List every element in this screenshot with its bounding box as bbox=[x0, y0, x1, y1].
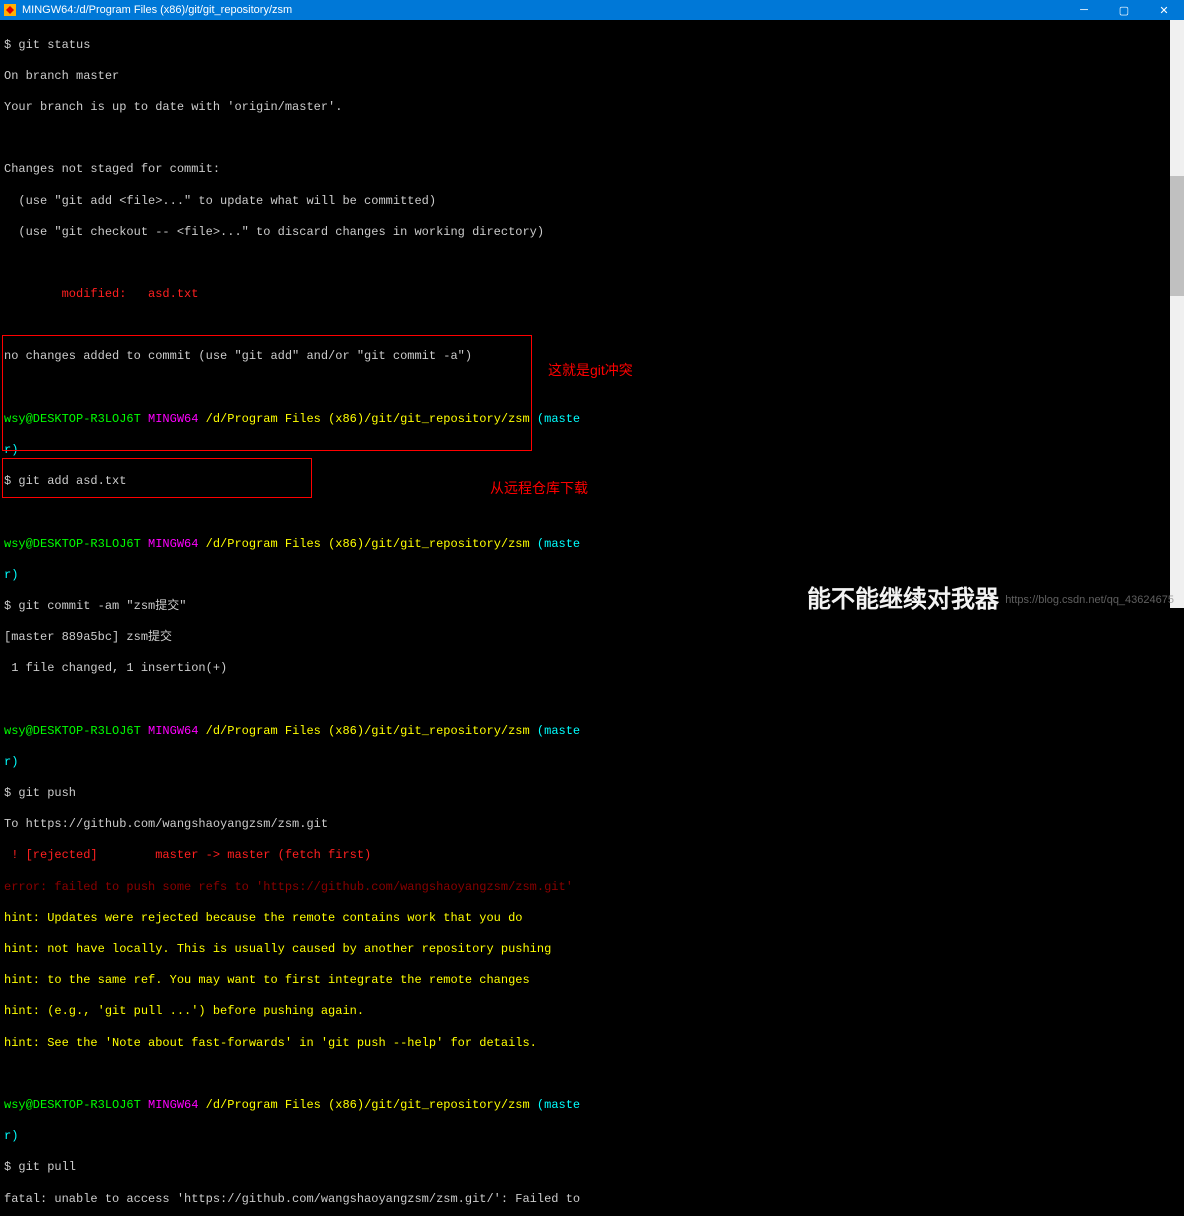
blank-line bbox=[4, 381, 1180, 397]
scroll-thumb[interactable] bbox=[1170, 176, 1184, 296]
conflict-annotation: 这就是git冲突 bbox=[548, 360, 633, 380]
prompt-line: r) bbox=[4, 443, 1180, 459]
window-controls: ─ ▢ ✕ bbox=[1064, 0, 1184, 20]
output-line: (use "git checkout -- <file>..." to disc… bbox=[4, 225, 1180, 241]
blank-line bbox=[4, 256, 1180, 272]
cmd-line: $ git commit -am "zsm提交" bbox=[4, 599, 1180, 615]
terminal-output[interactable]: $ git status On branch master Your branc… bbox=[0, 20, 1184, 1216]
blank-line bbox=[4, 505, 1180, 521]
mingw-icon bbox=[4, 4, 16, 16]
modified-line: modified: asd.txt bbox=[4, 287, 1180, 303]
error-line: error: failed to push some refs to 'http… bbox=[4, 880, 1180, 896]
cmd-line: $ git pull bbox=[4, 1160, 1180, 1176]
hint-line: hint: Updates were rejected because the … bbox=[4, 911, 1180, 927]
overlay-text: 能不能继续对我器 bbox=[807, 579, 999, 614]
hint-line: hint: not have locally. This is usually … bbox=[4, 942, 1180, 958]
output-line: Your branch is up to date with 'origin/m… bbox=[4, 100, 1180, 116]
prompt-line: wsy@DESKTOP-R3LOJ6T MINGW64 /d/Program F… bbox=[4, 1098, 1180, 1114]
cmd-line: $ git push bbox=[4, 786, 1180, 802]
output-line: 1 file changed, 1 insertion(+) bbox=[4, 661, 1180, 677]
output-line: [master 889a5bc] zsm提交 bbox=[4, 630, 1180, 646]
prompt-line: r) bbox=[4, 1129, 1180, 1145]
blank-line bbox=[4, 693, 1180, 709]
prompt-line: wsy@DESKTOP-R3LOJ6T MINGW64 /d/Program F… bbox=[4, 537, 1180, 553]
window-title: MINGW64:/d/Program Files (x86)/git/git_r… bbox=[22, 4, 292, 16]
cmd-line: $ git add asd.txt bbox=[4, 474, 1180, 490]
blank-line bbox=[4, 131, 1180, 147]
blank-line bbox=[4, 1067, 1180, 1083]
rejected-line: ! [rejected] master -> master (fetch fir… bbox=[4, 848, 1180, 864]
output-line: fatal: unable to access 'https://github.… bbox=[4, 1192, 1180, 1208]
hint-line: hint: (e.g., 'git pull ...') before push… bbox=[4, 1004, 1180, 1020]
prompt-line: r) bbox=[4, 755, 1180, 771]
hint-line: hint: to the same ref. You may want to f… bbox=[4, 973, 1180, 989]
minimize-button[interactable]: ─ bbox=[1064, 0, 1104, 20]
maximize-button[interactable]: ▢ bbox=[1104, 0, 1144, 20]
watermark: https://blog.csdn.net/qq_43624675 bbox=[1005, 594, 1174, 606]
output-line: To https://github.com/wangshaoyangzsm/zs… bbox=[4, 817, 1180, 833]
remote-pull-annotation: 从远程仓库下载 bbox=[490, 478, 588, 498]
close-button[interactable]: ✕ bbox=[1144, 0, 1184, 20]
prompt-line: r) bbox=[4, 568, 1180, 584]
blank-line bbox=[4, 318, 1180, 334]
prompt-line: wsy@DESKTOP-R3LOJ6T MINGW64 /d/Program F… bbox=[4, 724, 1180, 740]
cmd-line: $ git status bbox=[4, 38, 1180, 54]
output-line: Changes not staged for commit: bbox=[4, 162, 1180, 178]
window-titlebar: MINGW64:/d/Program Files (x86)/git/git_r… bbox=[0, 0, 1184, 20]
output-line: On branch master bbox=[4, 69, 1180, 85]
output-line: (use "git add <file>..." to update what … bbox=[4, 194, 1180, 210]
scrollbar[interactable] bbox=[1170, 20, 1184, 608]
prompt-line: wsy@DESKTOP-R3LOJ6T MINGW64 /d/Program F… bbox=[4, 412, 1180, 428]
hint-line: hint: See the 'Note about fast-forwards'… bbox=[4, 1036, 1180, 1052]
